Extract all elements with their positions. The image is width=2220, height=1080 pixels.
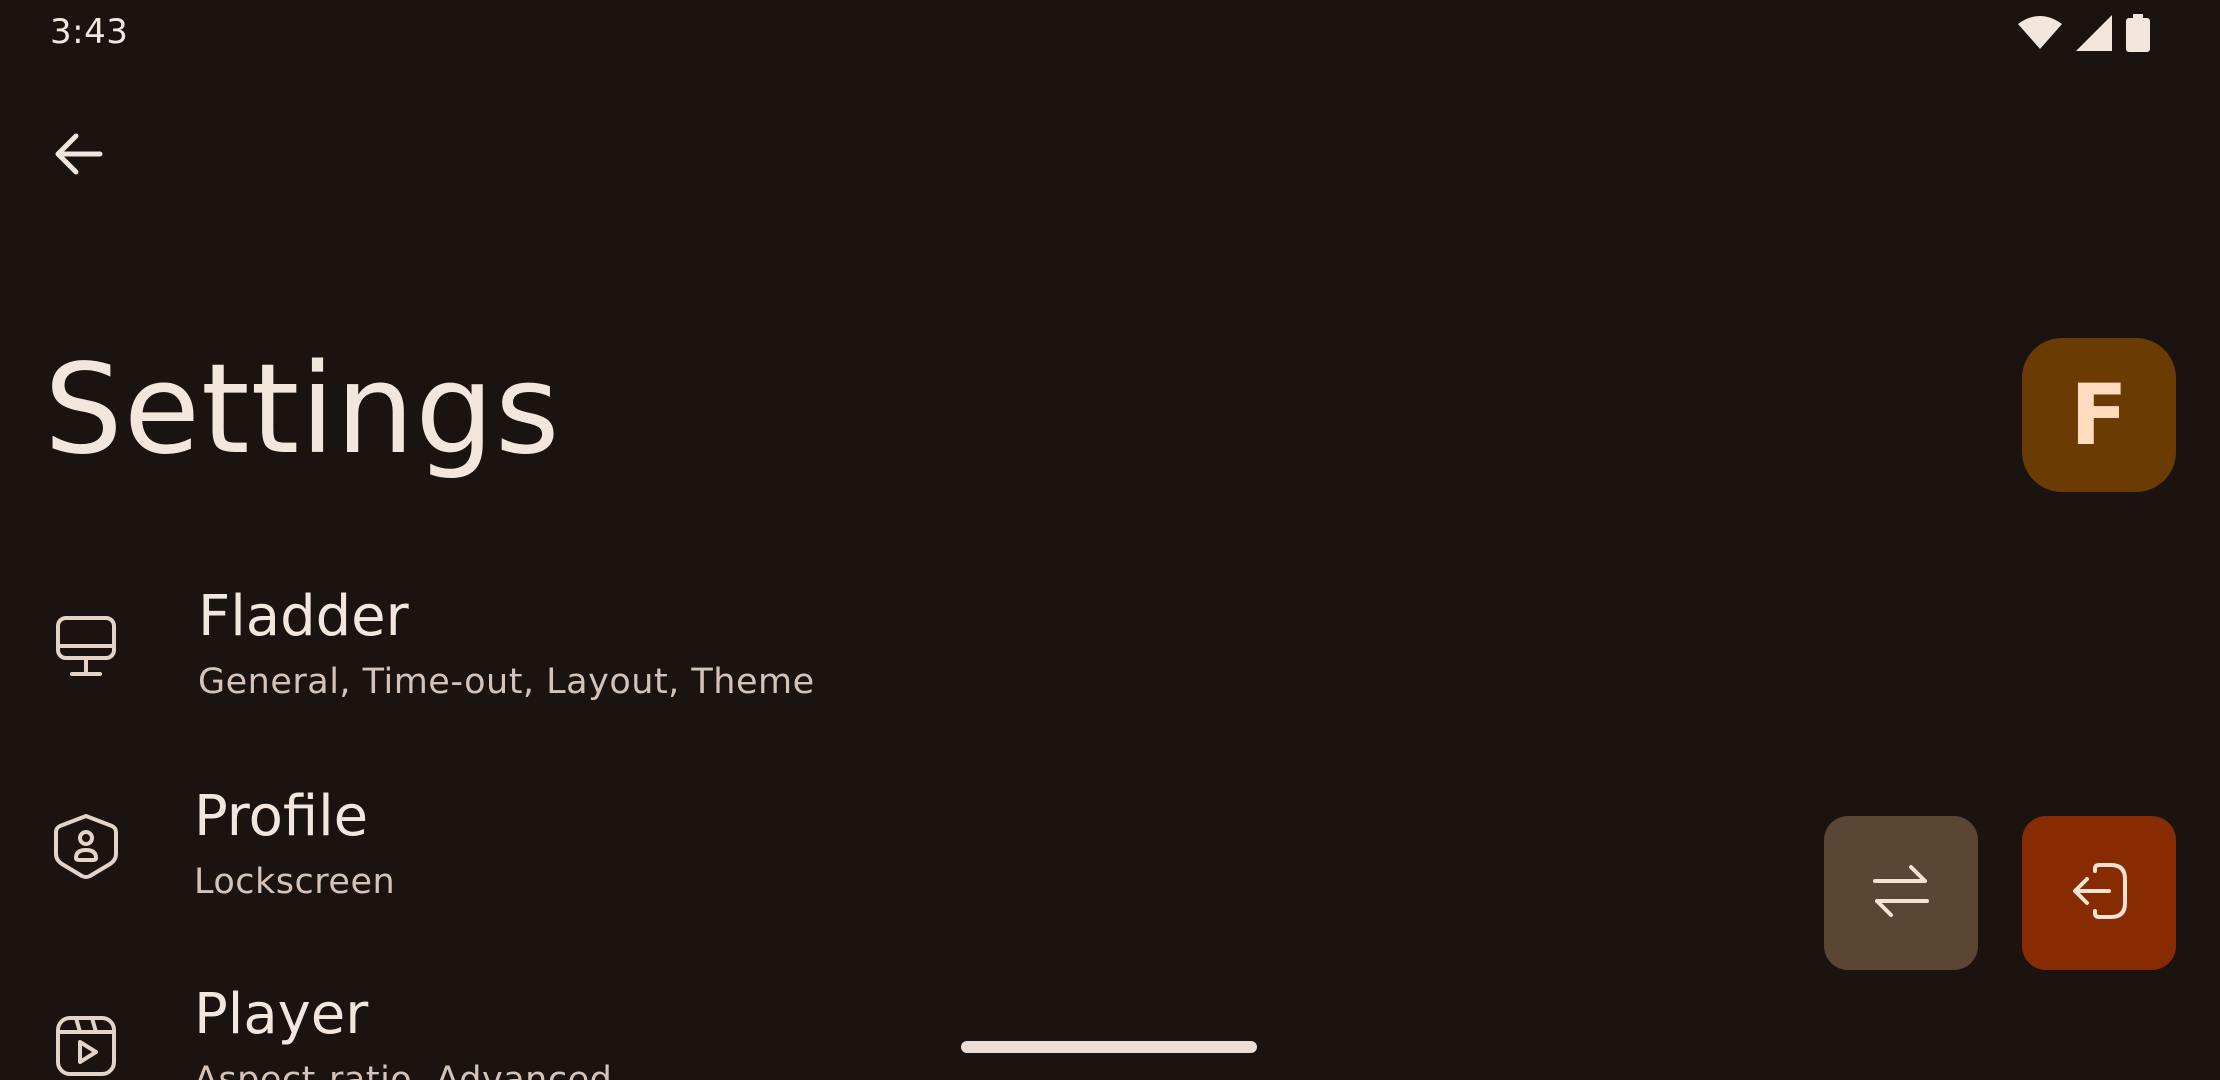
logout-icon [2069, 861, 2129, 925]
settings-item-subtitle: General, Time-out, Layout, Theme [198, 662, 815, 702]
arrow-back-icon [52, 128, 104, 184]
page-title: Settings [44, 338, 561, 482]
settings-item-label: Profile [194, 784, 369, 849]
swap-arrows-icon [1871, 863, 1931, 923]
back-button[interactable] [40, 118, 116, 194]
settings-item-profile[interactable]: Profile Lockscreen [0, 780, 1100, 930]
settings-item-subtitle: Aspect-ratio, Advanced [194, 1060, 613, 1080]
video-player-icon [54, 1014, 118, 1078]
status-icons [2018, 14, 2150, 52]
settings-item-fladder[interactable]: Fladder General, Time-out, Layout, Theme [0, 580, 1100, 730]
avatar-letter: F [2070, 366, 2128, 464]
logout-button[interactable] [2022, 816, 2176, 970]
navigation-handle[interactable] [961, 1041, 1257, 1053]
settings-item-label: Player [194, 982, 369, 1047]
switch-user-button[interactable] [1824, 816, 1978, 970]
settings-item-subtitle: Lockscreen [194, 862, 396, 902]
status-time: 3:43 [50, 12, 129, 52]
signal-icon [2076, 15, 2112, 51]
monitor-icon [54, 614, 118, 678]
profile-avatar-button[interactable]: F [2022, 338, 2176, 492]
wifi-icon [2018, 16, 2062, 50]
shield-person-icon [54, 812, 118, 879]
settings-item-player[interactable]: Player Aspect-ratio, Advanced [0, 978, 1100, 1080]
settings-item-label: Fladder [198, 584, 409, 649]
settings-screen: 3:43 Settings F Fladder General, Time-ou… [0, 0, 2220, 1080]
battery-icon [2126, 14, 2150, 52]
